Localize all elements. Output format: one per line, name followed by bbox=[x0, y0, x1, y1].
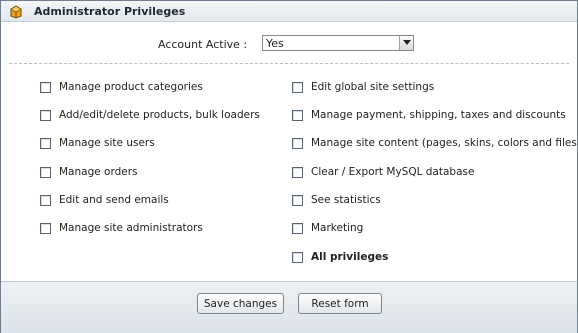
panel-header: Administrator Privileges bbox=[1, 1, 577, 22]
checkbox[interactable] bbox=[292, 138, 303, 149]
privilege-label: Manage product categories bbox=[59, 81, 203, 93]
privilege-label: Edit global site settings bbox=[311, 81, 435, 93]
divider bbox=[9, 63, 569, 64]
checkbox[interactable] bbox=[292, 252, 303, 263]
privilege-label: Manage site users bbox=[59, 137, 155, 149]
checkbox[interactable] bbox=[292, 167, 303, 178]
privilege-label: Manage site content (pages, skins, color… bbox=[311, 137, 578, 149]
reset-form-button[interactable]: Reset form bbox=[298, 293, 382, 314]
privilege-label: Manage payment, shipping, taxes and disc… bbox=[311, 109, 566, 121]
privilege-label: Marketing bbox=[311, 222, 364, 234]
privilege-label: All privileges bbox=[311, 251, 389, 263]
administrator-privileges-panel: Administrator Privileges Account Active … bbox=[0, 0, 578, 333]
privilege-label: Clear / Export MySQL database bbox=[311, 166, 475, 178]
checkbox[interactable] bbox=[292, 195, 303, 206]
save-changes-button[interactable]: Save changes bbox=[197, 293, 284, 314]
account-active-value: Yes bbox=[266, 37, 284, 50]
checkbox[interactable] bbox=[292, 223, 303, 234]
privileges-icon bbox=[8, 4, 24, 19]
checkbox[interactable] bbox=[292, 82, 303, 93]
privilege-label: Manage site administrators bbox=[59, 222, 203, 234]
account-active-select[interactable]: Yes bbox=[262, 35, 414, 51]
checkbox[interactable] bbox=[40, 167, 51, 178]
dropdown-arrow-icon[interactable] bbox=[399, 36, 413, 50]
checkbox[interactable] bbox=[40, 110, 51, 121]
privilege-label: Edit and send emails bbox=[59, 194, 169, 206]
privilege-label: See statistics bbox=[311, 194, 381, 206]
privilege-label: Add/edit/delete products, bulk loaders bbox=[59, 109, 260, 121]
checkbox[interactable] bbox=[40, 138, 51, 149]
checkbox[interactable] bbox=[40, 195, 51, 206]
checkbox[interactable] bbox=[292, 110, 303, 121]
checkbox[interactable] bbox=[40, 223, 51, 234]
checkbox[interactable] bbox=[40, 82, 51, 93]
form-footer: Save changes Reset form bbox=[1, 281, 577, 333]
privilege-label: Manage orders bbox=[59, 166, 138, 178]
panel-title: Administrator Privileges bbox=[34, 5, 186, 18]
account-active-label: Account Active : bbox=[158, 38, 248, 51]
